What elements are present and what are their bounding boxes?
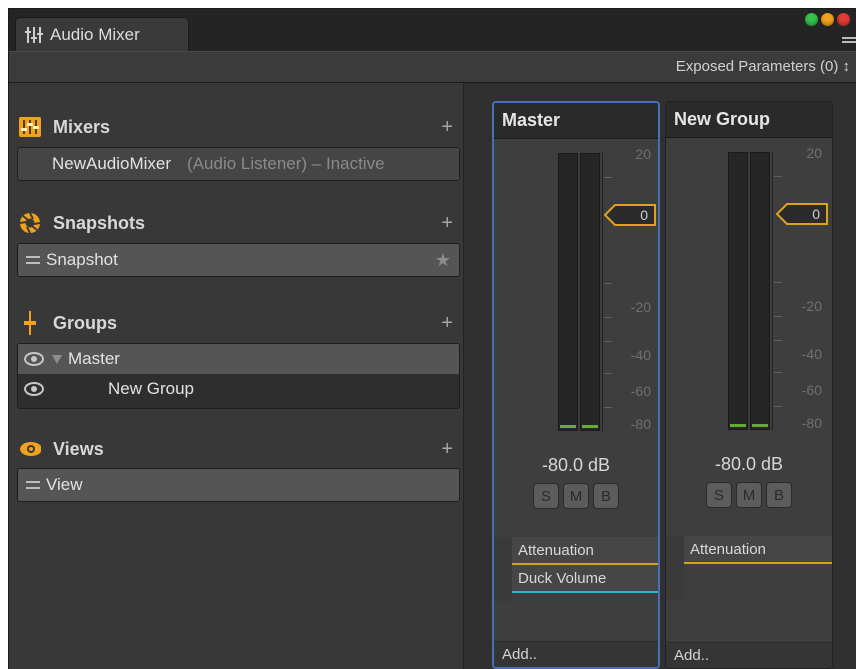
mute-button[interactable]: M: [736, 482, 762, 508]
strip-title: New Group: [666, 102, 832, 138]
solo-button[interactable]: S: [533, 483, 559, 509]
list-item[interactable]: View: [18, 469, 459, 501]
scale-label: -80: [630, 416, 651, 432]
mixer-sidebar: Mixers + NewAudioMixer (Audio Listener) …: [9, 83, 464, 669]
list-item[interactable]: Snapshot ★: [18, 244, 459, 276]
effects-list: Attenuation: [666, 536, 832, 564]
level-meter-left: [728, 152, 748, 430]
view-name: View: [46, 475, 83, 494]
groups-list: Master New Group: [17, 343, 460, 409]
section-title: Groups: [53, 312, 118, 333]
tab-bar: Audio Mixer: [9, 9, 856, 51]
db-readout: -80.0 dB: [714, 454, 784, 474]
tab-title: Audio Mixer: [50, 24, 140, 44]
tree-item-master[interactable]: Master: [18, 344, 459, 374]
scale-label: -20: [801, 298, 822, 314]
strip-buttons: S M B: [666, 482, 832, 508]
add-mixer-button[interactable]: +: [441, 116, 453, 139]
bypass-button[interactable]: B: [766, 482, 792, 508]
window-controls: [805, 13, 850, 26]
window-menu-icon[interactable]: [842, 35, 856, 47]
scale-label: -40: [801, 346, 822, 362]
minimize-button[interactable]: [821, 13, 834, 26]
section-title: Mixers: [53, 116, 111, 137]
close-button[interactable]: [837, 13, 850, 26]
level-meter-right: [580, 153, 600, 431]
fader-icon: [19, 311, 41, 335]
scale-label: -60: [801, 382, 822, 398]
level-meter-right: [750, 152, 770, 430]
effect-attenuation[interactable]: Attenuation: [684, 536, 832, 564]
scale-label: -60: [630, 383, 651, 399]
list-item[interactable]: NewAudioMixer (Audio Listener) – Inactiv…: [18, 148, 459, 180]
mute-button[interactable]: M: [563, 483, 589, 509]
scale-label: -40: [630, 347, 651, 363]
star-icon[interactable]: ★: [435, 250, 451, 271]
snapshot-name: Snapshot: [46, 250, 118, 269]
section-title: Snapshots: [53, 212, 146, 233]
scale-label: -80: [801, 415, 822, 431]
scale-label: 20: [806, 145, 822, 161]
strip-buttons: S M B: [494, 483, 658, 509]
scale-label: -20: [630, 299, 651, 315]
effect-attenuation[interactable]: Attenuation: [512, 537, 658, 565]
visibility-eye-icon[interactable]: [24, 352, 44, 366]
mixer-status: (Audio Listener) – Inactive: [187, 154, 385, 173]
add-snapshot-button[interactable]: +: [441, 212, 453, 235]
strip-title: Master: [494, 103, 658, 139]
bypass-button[interactable]: B: [593, 483, 619, 509]
scale-label: 20: [635, 146, 651, 162]
eye-icon: [19, 438, 41, 460]
snapshots-list: Snapshot ★: [17, 243, 460, 277]
level-meter-left: [558, 153, 578, 431]
db-readout: -80.0 dB: [541, 455, 611, 475]
solo-button[interactable]: S: [706, 482, 732, 508]
visibility-eye-icon[interactable]: [24, 382, 44, 396]
channel-strip-new-group[interactable]: New Group 20 -20 -40 -60 -80 0 -80.0 dB …: [665, 101, 833, 669]
strips-area: Master 20 -20 -40 -60 -80 0 -80.0 dB S M: [465, 83, 856, 669]
effects-list: Attenuation Duck Volume: [494, 537, 658, 593]
section-groups-header: Groups +: [19, 309, 453, 337]
group-name: Master: [68, 349, 120, 368]
channel-strip-master[interactable]: Master 20 -20 -40 -60 -80 0 -80.0 dB S M: [492, 101, 660, 669]
aperture-icon: [19, 212, 41, 234]
audio-mixer-window: Audio Mixer Exposed Parameters (0) ↕ Mix…: [8, 8, 856, 669]
tab-audio-mixer[interactable]: Audio Mixer: [15, 17, 189, 51]
views-list: View: [17, 468, 460, 502]
fader-value: 0: [812, 206, 820, 222]
mixer-icon: [19, 116, 41, 138]
volume-fader[interactable]: 0: [604, 204, 656, 226]
toolbar: Exposed Parameters (0) ↕: [9, 51, 856, 83]
tree-item-new-group[interactable]: New Group: [18, 374, 459, 404]
mixer-name: NewAudioMixer: [52, 154, 172, 173]
section-title: Views: [53, 438, 104, 459]
add-group-button[interactable]: +: [441, 312, 453, 335]
group-name: New Group: [108, 379, 194, 398]
maximize-button[interactable]: [805, 13, 818, 26]
add-effect-button[interactable]: Add..: [666, 642, 832, 668]
exposed-parameters-dropdown[interactable]: Exposed Parameters (0) ↕: [676, 58, 850, 75]
add-effect-button[interactable]: Add..: [494, 641, 658, 667]
mixers-list: NewAudioMixer (Audio Listener) – Inactiv…: [17, 147, 460, 181]
drag-handle-icon[interactable]: [26, 256, 40, 264]
section-mixers-header: Mixers +: [19, 113, 453, 141]
mixer-tab-icon: [25, 26, 44, 43]
section-views-header: Views +: [19, 435, 453, 463]
expand-triangle-icon[interactable]: [52, 354, 62, 364]
fader-value: 0: [640, 207, 648, 223]
volume-fader[interactable]: 0: [776, 203, 828, 225]
add-view-button[interactable]: +: [441, 438, 453, 461]
effect-duck-volume[interactable]: Duck Volume: [512, 565, 658, 593]
section-snapshots-header: Snapshots +: [19, 209, 453, 237]
drag-handle-icon[interactable]: [26, 481, 40, 489]
